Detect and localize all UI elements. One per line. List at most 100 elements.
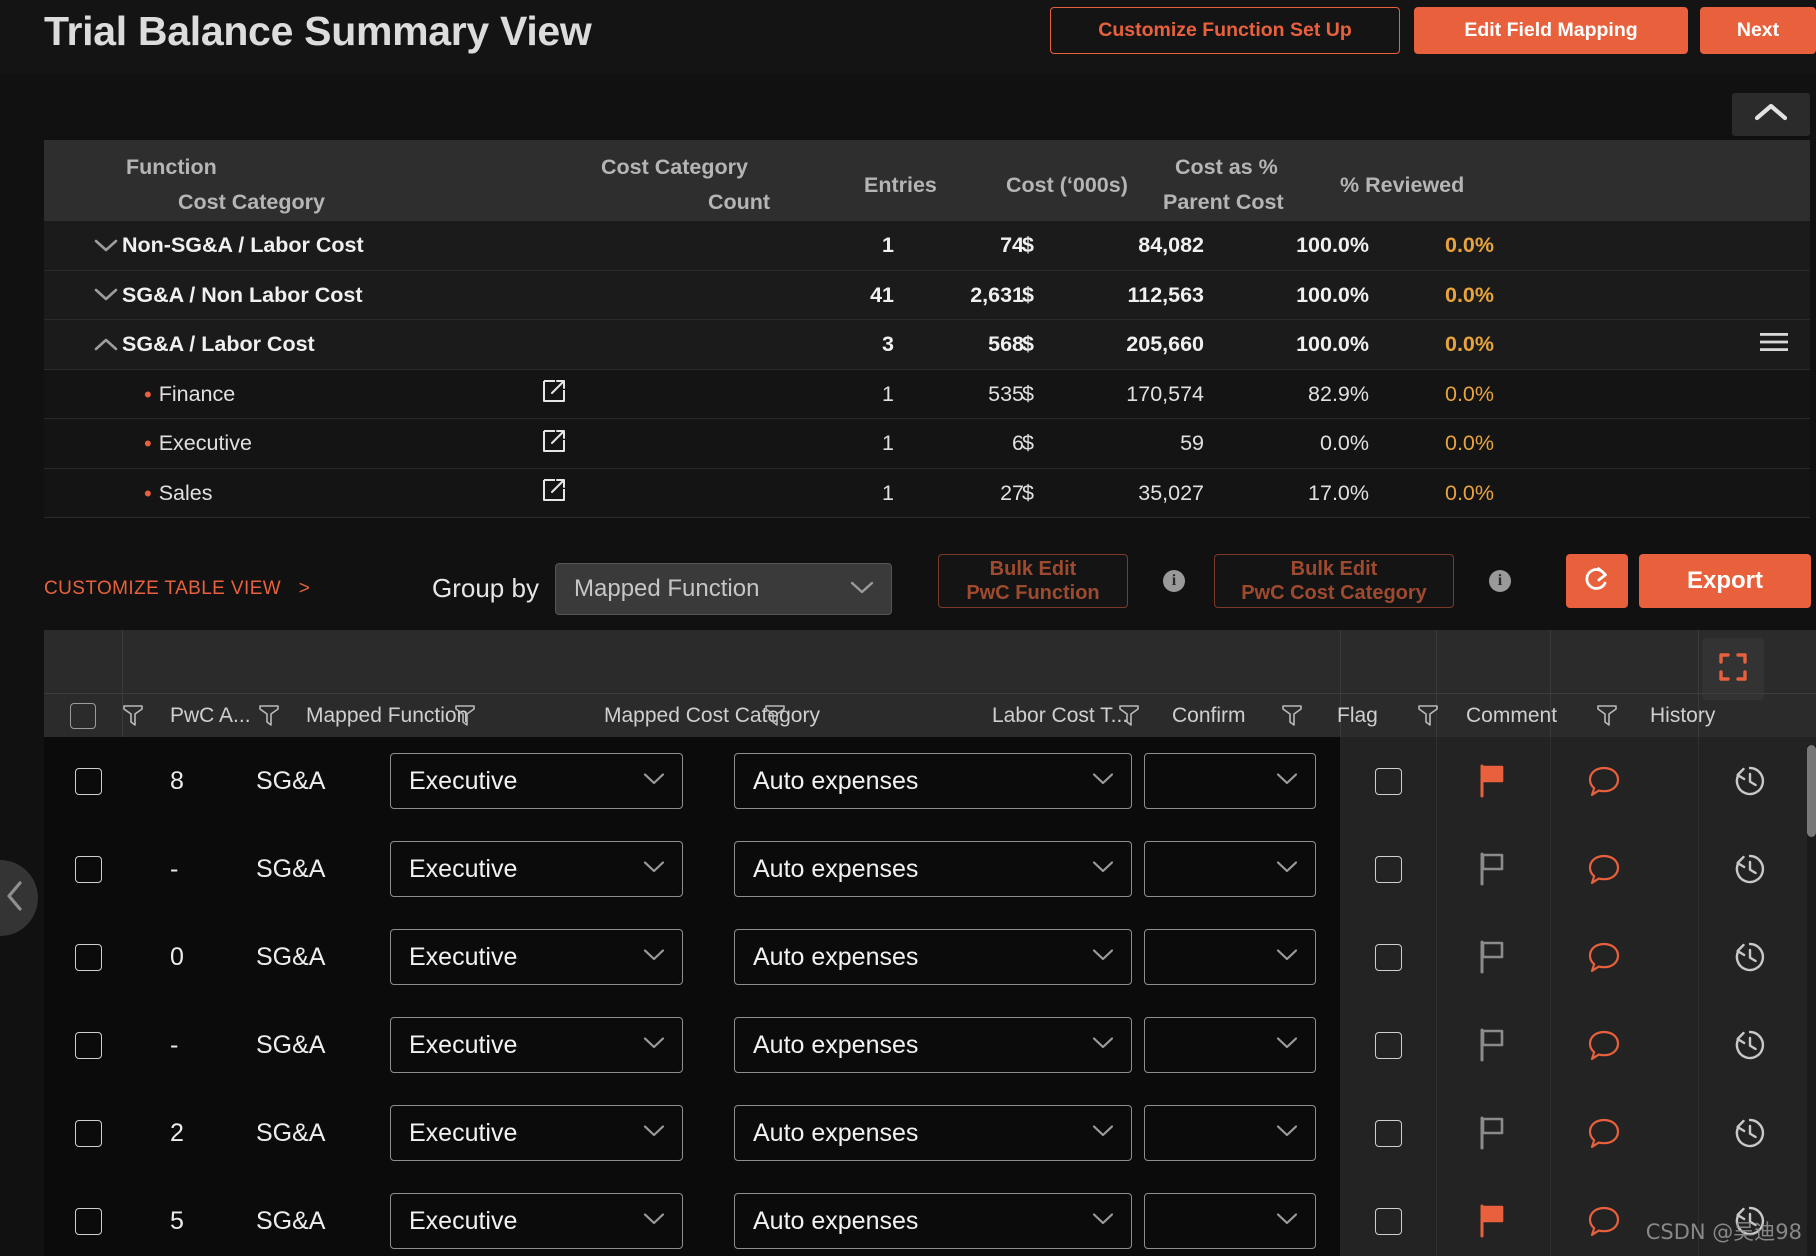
filter-icon-mapped-function[interactable] [454, 694, 476, 738]
info-icon-bulk-function[interactable]: i [1163, 570, 1185, 592]
filter-icon-comment[interactable] [1596, 694, 1618, 738]
confirm-checkbox[interactable] [1362, 825, 1414, 913]
filter-icon-flag[interactable] [1417, 694, 1439, 738]
summary-child-row[interactable]: • Executive 1 6 $59 0.0% 0.0% [44, 419, 1810, 469]
comment-icon[interactable] [1578, 1001, 1630, 1089]
col-header-mapped-cost-category: Mapped Cost Category [604, 704, 820, 727]
mapped-function-dropdown[interactable]: Executive [390, 1017, 683, 1073]
labor-cost-type-dropdown[interactable] [1144, 929, 1316, 985]
grid-vertical-scrollbar[interactable] [1807, 745, 1816, 1256]
bullet-icon: • [144, 480, 152, 506]
filter-icon-labor-cost-type[interactable] [1118, 694, 1140, 738]
summary-group-row[interactable]: Non-SG&A / Labor Cost 1 74 $84,082 100.0% 0.0… [44, 221, 1810, 271]
row-menu-icon[interactable] [1758, 330, 1790, 360]
confirm-checkbox[interactable] [1362, 1177, 1414, 1256]
collapse-left-panel-handle[interactable] [0, 860, 38, 936]
labor-cost-type-dropdown[interactable] [1144, 841, 1316, 897]
edit-field-mapping-button[interactable]: Edit Field Mapping [1414, 7, 1688, 54]
mapped-cost-category-dropdown[interactable]: Auto expenses [734, 1017, 1132, 1073]
flag-icon[interactable] [1466, 1089, 1518, 1177]
external-link-icon[interactable] [541, 378, 567, 410]
mapped-function-dropdown[interactable]: Executive [390, 1193, 683, 1249]
chevron-down-icon [1091, 947, 1131, 967]
filter-icon-index[interactable] [122, 694, 144, 738]
filter-icon-mapped-cost-category[interactable] [764, 694, 786, 738]
summary-group-row[interactable]: SG&A / Labor Cost 3 568 $205,660 100.0% 0.0% [44, 320, 1810, 370]
labor-cost-type-dropdown[interactable] [1144, 753, 1316, 809]
summary-group-row[interactable]: SG&A / Non Labor Cost 41 2,631 $112,563 100.… [44, 270, 1810, 320]
external-link-icon[interactable] [541, 428, 567, 460]
comment-icon[interactable] [1578, 913, 1630, 1001]
summary-row-name: SG&A / Labor Cost [122, 332, 315, 357]
flag-icon[interactable] [1466, 1177, 1518, 1256]
history-icon[interactable] [1724, 825, 1776, 913]
history-icon[interactable] [1724, 737, 1776, 825]
table-row[interactable]: - SG&A Executive Auto expenses [44, 1001, 1816, 1089]
bulk-edit-pwc-function-button[interactable]: Bulk Edit PwC Function [938, 554, 1128, 608]
row-select-checkbox[interactable] [66, 825, 110, 913]
flag-icon[interactable] [1466, 825, 1518, 913]
row-select-checkbox[interactable] [66, 1177, 110, 1256]
filter-icon-pwc-account[interactable] [258, 694, 280, 738]
next-button[interactable]: Next [1700, 7, 1816, 54]
row-select-checkbox[interactable] [66, 737, 110, 825]
customize-function-setup-button[interactable]: Customize Function Set Up [1050, 7, 1400, 54]
bulk-edit-pwc-cost-category-button[interactable]: Bulk Edit PwC Cost Category [1214, 554, 1454, 608]
expand-grid-button[interactable] [1702, 638, 1764, 700]
row-index: 8 [170, 766, 184, 795]
comment-icon[interactable] [1578, 737, 1630, 825]
mapped-cost-category-dropdown[interactable]: Auto expenses [734, 841, 1132, 897]
confirm-checkbox[interactable] [1362, 1001, 1414, 1089]
select-all-checkbox[interactable] [70, 694, 96, 738]
mapped-function-dropdown[interactable]: Executive [390, 1105, 683, 1161]
col-reviewed: % Reviewed [1340, 173, 1465, 197]
labor-cost-type-dropdown[interactable] [1144, 1105, 1316, 1161]
row-select-checkbox[interactable] [66, 1089, 110, 1177]
history-icon[interactable] [1724, 1089, 1776, 1177]
summary-cc-count: 1 [882, 233, 894, 258]
comment-icon[interactable] [1578, 825, 1630, 913]
group-by-select[interactable]: Mapped Function [555, 563, 892, 615]
table-toolbar: CUSTOMIZE TABLE VIEW > Group by Mapped F… [0, 555, 1816, 630]
collapse-summary-panel-button[interactable] [1732, 93, 1810, 136]
row-select-checkbox[interactable] [66, 1001, 110, 1089]
table-row[interactable]: 8 SG&A Executive Auto expenses [44, 737, 1816, 825]
mapped-cost-category-dropdown[interactable]: Auto expenses [734, 1105, 1132, 1161]
confirm-checkbox[interactable] [1362, 1089, 1414, 1177]
filter-icon-confirm[interactable] [1281, 694, 1303, 738]
chevron-down-icon[interactable] [93, 235, 118, 257]
labor-cost-type-dropdown[interactable] [1144, 1193, 1316, 1249]
flag-icon[interactable] [1466, 1001, 1518, 1089]
mapped-cost-category-dropdown[interactable]: Auto expenses [734, 1193, 1132, 1249]
scrollbar-thumb[interactable] [1807, 745, 1816, 837]
refresh-button[interactable] [1566, 554, 1628, 608]
table-row[interactable]: 5 SG&A Executive Auto expenses [44, 1177, 1816, 1256]
summary-child-row[interactable]: • Sales 1 27 $35,027 17.0% 0.0% [44, 468, 1810, 518]
mapped-function-dropdown[interactable]: Executive [390, 841, 683, 897]
chevron-down-icon[interactable] [93, 284, 118, 306]
summary-child-row[interactable]: • Finance 1 535 $170,574 82.9% 0.0% [44, 369, 1810, 419]
confirm-checkbox[interactable] [1362, 737, 1414, 825]
mapped-cost-category-dropdown[interactable]: Auto expenses [734, 929, 1132, 985]
info-icon-bulk-cost-category[interactable]: i [1489, 570, 1511, 592]
labor-cost-type-dropdown[interactable] [1144, 1017, 1316, 1073]
comment-icon[interactable] [1578, 1177, 1630, 1256]
mapped-function-dropdown[interactable]: Executive [390, 753, 683, 809]
comment-icon[interactable] [1578, 1089, 1630, 1177]
history-icon[interactable] [1724, 1001, 1776, 1089]
chevron-up-icon[interactable] [93, 334, 118, 356]
external-link-icon[interactable] [541, 477, 567, 509]
mapped-function-dropdown[interactable]: Executive [390, 929, 683, 985]
export-button[interactable]: Export [1639, 554, 1811, 608]
table-row[interactable]: - SG&A Executive Auto expenses [44, 825, 1816, 913]
history-icon[interactable] [1724, 913, 1776, 1001]
expand-icon [1718, 652, 1748, 687]
row-select-checkbox[interactable] [66, 913, 110, 1001]
mapped-cost-category-dropdown[interactable]: Auto expenses [734, 753, 1132, 809]
table-row[interactable]: 2 SG&A Executive Auto expenses [44, 1089, 1816, 1177]
confirm-checkbox[interactable] [1362, 913, 1414, 1001]
flag-icon[interactable] [1466, 737, 1518, 825]
customize-table-view-link[interactable]: CUSTOMIZE TABLE VIEW > [44, 578, 310, 600]
flag-icon[interactable] [1466, 913, 1518, 1001]
table-row[interactable]: 0 SG&A Executive Auto expenses [44, 913, 1816, 1001]
